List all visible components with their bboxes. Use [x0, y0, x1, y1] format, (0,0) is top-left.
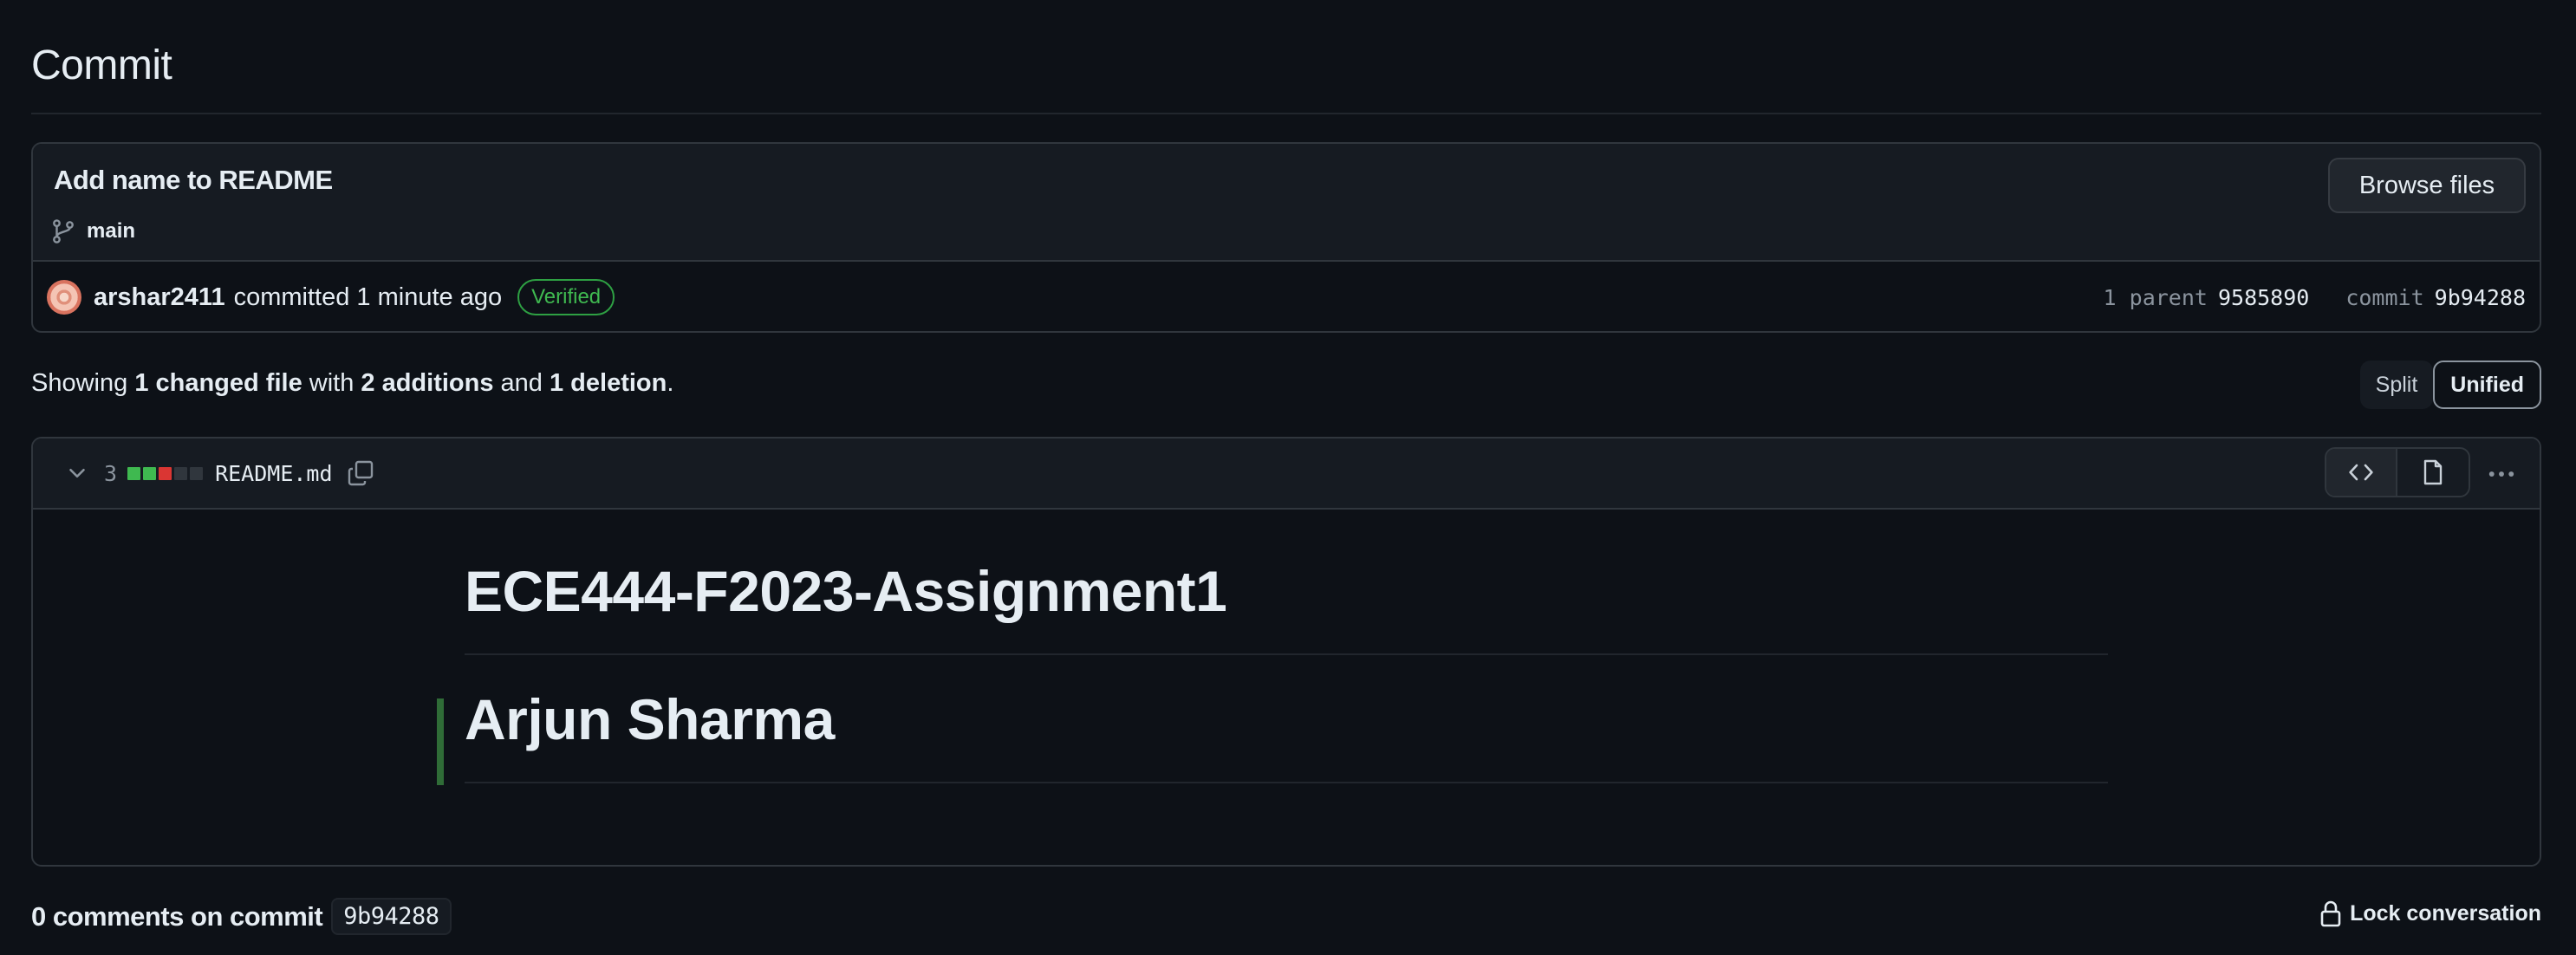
- kebab-horizontal-icon: [2488, 471, 2514, 477]
- file-change-count: 3: [104, 460, 118, 486]
- view-mode-buttons: [2325, 447, 2470, 497]
- verified-badge[interactable]: Verified: [517, 279, 615, 315]
- author-link[interactable]: arshar2411: [94, 283, 225, 312]
- split-view-button[interactable]: Split: [2359, 361, 2434, 409]
- unified-view-button[interactable]: Unified: [2433, 361, 2541, 409]
- comments-header: 0 comments on commit 9b94288: [31, 898, 452, 935]
- branch-name[interactable]: main: [87, 219, 135, 244]
- title-divider: [31, 113, 2541, 114]
- heading-divider: [465, 782, 2108, 783]
- lock-conversation-button[interactable]: Lock conversation: [2319, 900, 2541, 927]
- commit-action: committed: [233, 283, 350, 311]
- diffstat-block-added: [143, 466, 157, 480]
- source-diff-button[interactable]: [2326, 449, 2397, 496]
- file-icon: [2423, 459, 2443, 485]
- file-diff: 3 README.md ECE444-F2023-Assignment1 Arj…: [31, 437, 2541, 867]
- summary-files: 1 changed file: [134, 369, 302, 397]
- commit-sha: 9b94288: [2434, 284, 2526, 310]
- branch-row[interactable]: main: [50, 217, 135, 246]
- commit-time: 1 minute ago: [356, 283, 503, 311]
- more-options-button[interactable]: [2484, 459, 2519, 489]
- commit-meta: arshar2411 committed 1 minute ago Verifi…: [33, 262, 2540, 331]
- rich-diff-button[interactable]: [2397, 449, 2469, 496]
- added-line-marker: [437, 698, 444, 785]
- code-icon: [2349, 464, 2373, 481]
- lock-label: Lock conversation: [2350, 900, 2541, 926]
- commit-refs: 1 parent 9585890 commit 9b94288: [2104, 285, 2526, 310]
- chevron-down-icon[interactable]: [64, 460, 90, 486]
- commit-header: Add name to README main Browse files: [33, 144, 2540, 262]
- rendered-markdown: ECE444-F2023-Assignment1 Arjun Sharma: [33, 510, 2540, 865]
- commit-sha-chip: 9b94288: [331, 898, 452, 935]
- commit-box: Add name to README main Browse files ars…: [31, 142, 2541, 333]
- diffstat-block-added: [127, 466, 141, 480]
- summary-and: and: [500, 369, 543, 397]
- markdown-heading: ECE444-F2023-Assignment1: [465, 559, 1227, 623]
- browse-files-button[interactable]: Browse files: [2328, 158, 2526, 213]
- summary-with: with: [309, 369, 355, 397]
- summary-deletions: 1 deletion: [550, 369, 667, 397]
- summary-showing: Showing: [31, 369, 128, 397]
- page-title: Commit: [31, 42, 172, 88]
- committed-text: committed 1 minute ago: [234, 283, 503, 312]
- file-header: 3 README.md: [33, 439, 2540, 510]
- parent-label: 1 parent: [2103, 284, 2208, 310]
- commit-label: commit: [2345, 284, 2424, 310]
- commit-message: Add name to README: [54, 165, 333, 195]
- avatar[interactable]: [47, 280, 81, 315]
- markdown-heading-added: Arjun Sharma: [465, 687, 835, 751]
- summary-additions: 2 additions: [361, 369, 494, 397]
- diffstat-block-neutral: [190, 466, 204, 480]
- copy-icon[interactable]: [347, 459, 374, 487]
- lock-icon: [2320, 900, 2341, 927]
- file-name-link[interactable]: README.md: [215, 461, 332, 486]
- heading-divider: [465, 653, 2108, 655]
- diff-summary: Showing 1 changed file with 2 additions …: [31, 369, 673, 398]
- comments-title: 0 comments on commit: [31, 900, 323, 932]
- diffstat-block-deleted: [159, 466, 172, 480]
- parent-sha-link[interactable]: 9585890: [2218, 285, 2309, 310]
- diffstat-block-neutral: [174, 466, 188, 480]
- diffstat-bar: [127, 466, 204, 480]
- git-branch-icon: [53, 219, 74, 244]
- diff-view-toggle: Split Unified: [2359, 361, 2541, 409]
- summary-period: .: [667, 369, 674, 397]
